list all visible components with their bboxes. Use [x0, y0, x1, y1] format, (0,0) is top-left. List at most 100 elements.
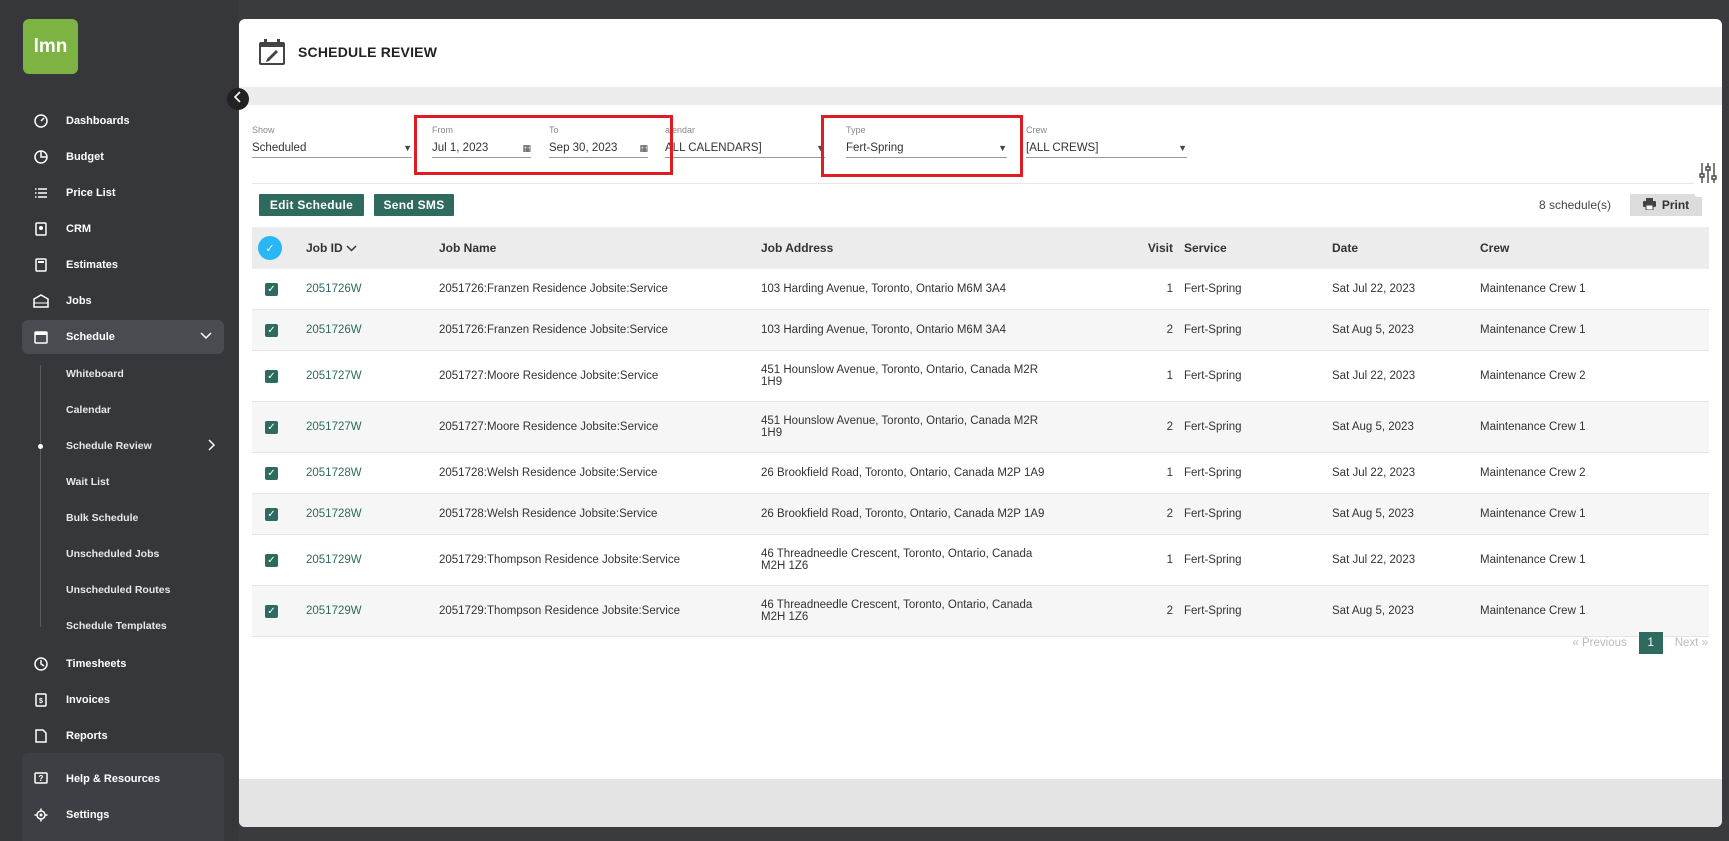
- crew: Maintenance Crew 2: [1479, 350, 1709, 402]
- sidebar: lmn Dashboards Budget Price List CRM Est…: [0, 0, 238, 841]
- table-row[interactable]: ✓ 2051726W 2051726:Franzen Residence Job…: [252, 269, 1709, 310]
- row-checkbox[interactable]: ✓: [265, 553, 278, 567]
- job-address: 26 Brookfield Road, Toronto, Ontario, Ca…: [760, 493, 1062, 535]
- show-select[interactable]: Scheduled ▼: [252, 139, 412, 158]
- sidebar-item-reports[interactable]: Reports: [22, 719, 224, 753]
- sidebar-item-label: CRM: [66, 223, 92, 235]
- sidebar-item-label: Estimates: [66, 259, 118, 271]
- sidebar-item-label: Dashboards: [66, 115, 130, 127]
- table-row[interactable]: ✓ 2051729W 2051729:Thompson Residence Jo…: [252, 585, 1709, 637]
- chevron-left-icon: [233, 90, 242, 108]
- show-label: Show: [252, 125, 275, 135]
- sidebar-item-price-list[interactable]: Price List: [22, 176, 224, 210]
- action-bar: Edit Schedule Send SMS 8 schedule(s) Pri…: [252, 183, 1709, 228]
- page-1-button[interactable]: 1: [1638, 632, 1663, 654]
- crew-filter[interactable]: Crew [ALL CREWS] ▼: [1026, 125, 1187, 158]
- col-crew: Crew: [1479, 227, 1709, 269]
- visit: 1: [1062, 534, 1183, 586]
- row-checkbox[interactable]: ✓: [265, 369, 278, 383]
- job-name: 2051728:Welsh Residence Jobsite:Service: [438, 452, 760, 494]
- job-id[interactable]: 2051728W: [305, 493, 438, 535]
- next-page-link[interactable]: Next »: [1675, 637, 1708, 649]
- collapse-sidebar-button[interactable]: [227, 88, 249, 110]
- sidebar-subitem-calendar[interactable]: Calendar: [66, 400, 111, 420]
- sidebar-item-label: Jobs: [66, 295, 92, 307]
- pie-chart-icon: [32, 148, 50, 166]
- sidebar-subitem-unscheduled-jobs[interactable]: Unscheduled Jobs: [66, 544, 159, 564]
- job-id[interactable]: 2051727W: [305, 350, 438, 402]
- print-button[interactable]: Print: [1630, 194, 1702, 216]
- select-all-checkbox[interactable]: ✓: [258, 236, 282, 260]
- sidebar-subitem-bulk-schedule[interactable]: Bulk Schedule: [66, 508, 138, 528]
- sidebar-item-help[interactable]: ? Help & Resources: [22, 762, 224, 796]
- table-row[interactable]: ✓ 2051727W 2051727:Moore Residence Jobsi…: [252, 401, 1709, 453]
- table-row[interactable]: ✓ 2051728W 2051728:Welsh Residence Jobsi…: [252, 452, 1709, 494]
- job-name: 2051729:Thompson Residence Jobsite:Servi…: [438, 534, 760, 586]
- previous-page-link[interactable]: « Previous: [1572, 637, 1626, 649]
- row-checkbox[interactable]: ✓: [265, 420, 278, 434]
- service: Fert-Spring: [1183, 350, 1331, 402]
- date: Sat Aug 5, 2023: [1331, 401, 1479, 453]
- sort-chevron-icon: [346, 241, 357, 255]
- calendar-filter[interactable]: alendar ALL CALENDARS] ▼: [665, 125, 825, 158]
- gear-icon: [32, 806, 50, 824]
- report-icon: [32, 727, 50, 745]
- row-checkbox[interactable]: ✓: [265, 282, 278, 296]
- crew: Maintenance Crew 1: [1479, 493, 1709, 535]
- sidebar-subitem-whiteboard[interactable]: Whiteboard: [66, 364, 124, 384]
- crew-select[interactable]: [ALL CREWS] ▼: [1026, 139, 1187, 158]
- sidebar-item-estimates[interactable]: Estimates: [22, 248, 224, 282]
- col-job-id[interactable]: Job ID: [305, 227, 438, 269]
- sidebar-item-schedule[interactable]: Schedule: [22, 320, 224, 354]
- job-id[interactable]: 2051726W: [305, 309, 438, 351]
- job-id[interactable]: 2051728W: [305, 452, 438, 494]
- row-checkbox[interactable]: ✓: [265, 507, 278, 521]
- sidebar-subitem-wait-list[interactable]: Wait List: [66, 472, 109, 492]
- sidebar-item-jobs[interactable]: Jobs: [22, 284, 224, 318]
- col-job-address: Job Address: [760, 227, 1062, 269]
- crew: Maintenance Crew 2: [1479, 452, 1709, 494]
- visit: 2: [1062, 309, 1183, 351]
- building-icon: [32, 292, 50, 310]
- service: Fert-Spring: [1183, 534, 1331, 586]
- job-id[interactable]: 2051726W: [305, 269, 438, 310]
- schedule-edit-icon: [257, 37, 287, 67]
- calendar-label: alendar: [665, 125, 696, 135]
- sidebar-subitem-unscheduled-routes[interactable]: Unscheduled Routes: [66, 580, 170, 600]
- table-row[interactable]: ✓ 2051727W 2051727:Moore Residence Jobsi…: [252, 350, 1709, 402]
- sidebar-item-budget[interactable]: Budget: [22, 140, 224, 174]
- sidebar-item-settings[interactable]: Settings: [22, 798, 224, 832]
- calendar-select[interactable]: ALL CALENDARS] ▼: [665, 139, 825, 158]
- filter-settings-tab[interactable]: [1694, 153, 1722, 197]
- send-sms-button[interactable]: Send SMS: [374, 194, 454, 216]
- sidebar-item-dashboards[interactable]: Dashboards: [22, 104, 224, 138]
- row-checkbox[interactable]: ✓: [265, 323, 278, 337]
- gauge-icon: [32, 112, 50, 130]
- show-filter[interactable]: Show Scheduled ▼: [252, 125, 412, 158]
- table-row[interactable]: ✓ 2051728W 2051728:Welsh Residence Jobsi…: [252, 493, 1709, 535]
- job-name: 2051726:Franzen Residence Jobsite:Servic…: [438, 309, 760, 351]
- lmn-logo[interactable]: lmn: [23, 19, 78, 74]
- table-row[interactable]: ✓ 2051729W 2051729:Thompson Residence Jo…: [252, 534, 1709, 586]
- crew: Maintenance Crew 1: [1479, 401, 1709, 453]
- job-id[interactable]: 2051727W: [305, 401, 438, 453]
- job-id[interactable]: 2051729W: [305, 585, 438, 637]
- edit-schedule-button[interactable]: Edit Schedule: [259, 194, 364, 216]
- table-header-row: ✓ Job ID Job Name Job Address Visit Serv…: [252, 227, 1709, 269]
- row-checkbox[interactable]: ✓: [265, 466, 278, 480]
- sidebar-item-crm[interactable]: CRM: [22, 212, 224, 246]
- row-checkbox[interactable]: ✓: [265, 604, 278, 618]
- service: Fert-Spring: [1183, 452, 1331, 494]
- table-row[interactable]: ✓ 2051726W 2051726:Franzen Residence Job…: [252, 309, 1709, 351]
- visit: 1: [1062, 350, 1183, 402]
- service: Fert-Spring: [1183, 269, 1331, 310]
- sidebar-item-invoices[interactable]: $ Invoices: [22, 683, 224, 717]
- sidebar-item-timesheets[interactable]: Timesheets: [22, 647, 224, 681]
- schedule-table: ✓ Job ID Job Name Job Address Visit Serv…: [252, 227, 1709, 637]
- sidebar-subitem-schedule-review[interactable]: Schedule Review: [66, 436, 216, 456]
- sidebar-item-label: Timesheets: [66, 658, 127, 670]
- date-range-highlight: [414, 115, 673, 175]
- active-dot: [38, 444, 43, 449]
- sidebar-subitem-schedule-templates[interactable]: Schedule Templates: [66, 616, 167, 636]
- job-id[interactable]: 2051729W: [305, 534, 438, 586]
